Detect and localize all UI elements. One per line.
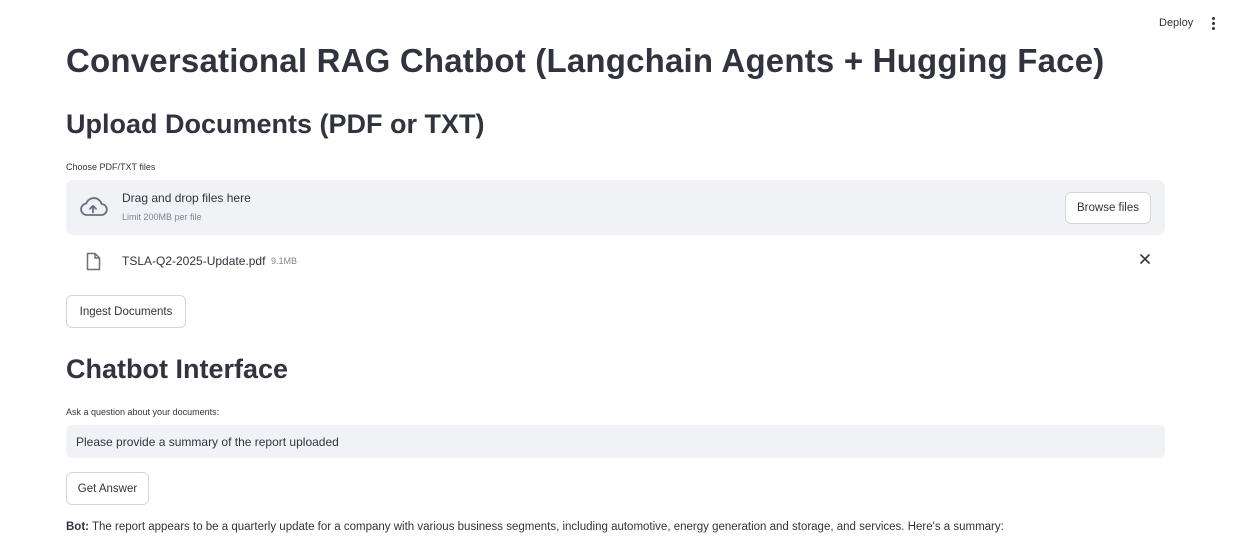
cloud-upload-icon [80, 197, 108, 216]
file-size: 9.1MB [271, 256, 298, 266]
dropzone-limit: Limit 200MB per file [122, 212, 202, 222]
browse-files-button[interactable]: Browse files [1065, 192, 1151, 224]
file-uploader-label: Choose PDF/TXT files [66, 162, 156, 172]
upload-heading: Upload Documents (PDF or TXT) [66, 109, 485, 139]
uploaded-file-item: TSLA-Q2-2025-Update.pdf 9.1MB [66, 248, 1165, 276]
ingest-documents-button[interactable]: Ingest Documents [66, 295, 186, 328]
file-icon [86, 252, 101, 271]
file-name: TSLA-Q2-2025-Update.pdf [122, 254, 266, 268]
question-input[interactable]: Please provide a summary of the report u… [66, 425, 1165, 458]
bot-response-text: The report appears to be a quarterly upd… [92, 521, 1004, 533]
bot-response: Bot: The report appears to be a quarterl… [66, 521, 1004, 533]
chatbot-heading: Chatbot Interface [66, 354, 289, 384]
file-dropzone[interactable]: Drag and drop files here Limit 200MB per… [66, 180, 1165, 235]
get-answer-button[interactable]: Get Answer [66, 472, 149, 505]
deploy-button[interactable]: Deploy [1159, 17, 1193, 29]
question-label: Ask a question about your documents: [66, 407, 220, 417]
top-toolbar: Deploy [0, 0, 1240, 44]
vertical-ellipsis-icon[interactable] [1207, 14, 1219, 32]
bot-prefix: Bot: [66, 521, 89, 533]
page-title: Conversational RAG Chatbot (Langchain Ag… [66, 42, 1105, 79]
close-icon[interactable] [1138, 252, 1152, 266]
dropzone-title: Drag and drop files here [122, 191, 251, 205]
